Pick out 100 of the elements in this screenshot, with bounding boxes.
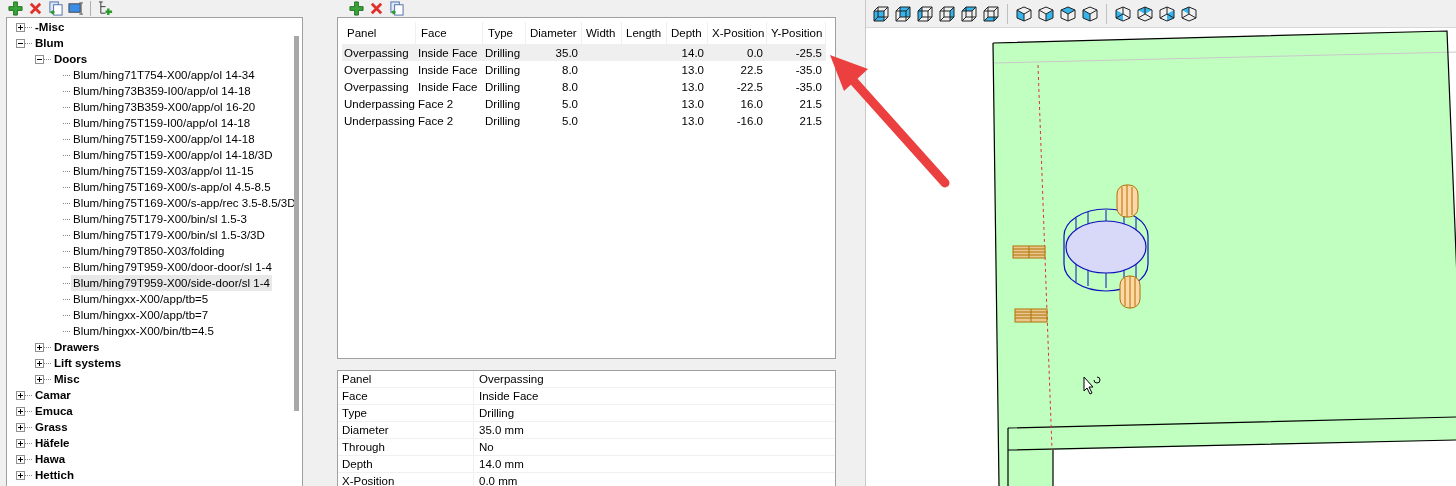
cube-icon[interactable] <box>961 5 977 22</box>
table-cell: Inside Face <box>418 63 478 76</box>
tree-add-icon[interactable] <box>98 1 113 16</box>
table-cell: 13.0 <box>681 97 704 110</box>
table-cell: 13.0 <box>681 114 704 127</box>
tree-item[interactable]: Blum/hing79T959-X00/side-door/sl 1-4 <box>71 275 272 291</box>
tree-item[interactable]: Blum/hing75T159-I00/app/ol 14-18 <box>71 115 253 131</box>
property-value[interactable]: 35.0 mm <box>474 422 524 438</box>
delete-icon[interactable] <box>28 1 43 16</box>
tree-item[interactable]: Blum/hing79T850-X03/folding <box>71 243 227 259</box>
cube-icon[interactable] <box>1137 5 1153 22</box>
tree-item[interactable]: Häfele <box>33 435 72 451</box>
table-cell: -25.5 <box>795 46 822 59</box>
expand-toggle[interactable] <box>16 406 25 416</box>
tree-item[interactable]: Drawers <box>52 339 102 355</box>
table-cell: 5.0 <box>562 114 578 127</box>
cube-icon[interactable] <box>983 5 999 22</box>
copy-icon[interactable] <box>48 1 63 16</box>
cube-icon[interactable] <box>939 5 955 22</box>
tree-item[interactable]: Blum/hing75T159-X00/app/ol 14-18 <box>71 131 257 147</box>
property-value[interactable]: Inside Face <box>474 388 539 404</box>
tree-item[interactable]: Hettich <box>33 467 76 483</box>
tree-item[interactable]: Blum <box>33 35 66 51</box>
table-cell: Drilling <box>485 97 521 110</box>
tree-item[interactable]: Misc <box>52 371 82 387</box>
expand-toggle[interactable] <box>16 390 25 400</box>
tree-item[interactable]: Hawa <box>33 451 68 467</box>
property-value[interactable]: 0.0 mm <box>474 473 518 486</box>
table-cell: -35.0 <box>795 80 822 93</box>
table-cell: 13.0 <box>681 80 704 93</box>
cube-icon[interactable] <box>917 5 933 22</box>
table-cell: Inside Face <box>418 46 478 59</box>
table-cell: -22.5 <box>736 80 763 93</box>
table-row[interactable]: Overpassing Inside Face Drilling 8.0 13.0 -22.5 -35.0 <box>342 78 826 95</box>
cube-icon[interactable] <box>873 5 889 22</box>
tree-item[interactable]: Blum/hing75T169-X00/s-app/ol 4.5-8.5 <box>71 179 273 195</box>
tree-item[interactable]: Emuca <box>33 403 75 419</box>
tree-item[interactable]: Blum/hing73B359-X00/app/ol 16-20 <box>71 99 258 115</box>
tree-item[interactable]: Blum/hingxx-X00/app/tb=7 <box>71 307 211 323</box>
tree-item[interactable]: Doors <box>52 51 90 67</box>
tree-item[interactable]: Blum/hingxx-X00/app/tb=5 <box>71 291 211 307</box>
property-value[interactable]: 14.0 mm <box>474 456 524 472</box>
expand-toggle[interactable] <box>16 470 25 480</box>
property-value[interactable]: Overpassing <box>474 371 544 387</box>
cube-icon[interactable] <box>1038 5 1054 22</box>
table-row[interactable]: Overpassing Inside Face Drilling 35.0 14.0 0.0 -25.5 <box>342 44 826 61</box>
cube-icon[interactable] <box>895 5 911 22</box>
table-row[interactable]: Underpassing Face 2 Drilling 5.0 13.0 -16.0 21.5 <box>342 112 826 129</box>
scrollbar[interactable] <box>294 36 299 411</box>
expand-toggle[interactable] <box>16 454 25 464</box>
tree-item[interactable]: Blum/hing75T159-X03/app/ol 11-15 <box>71 163 256 179</box>
tree-item[interactable]: Camar <box>33 387 73 403</box>
expand-toggle[interactable] <box>16 422 25 432</box>
table-cell: 21.5 <box>799 97 822 110</box>
expand-toggle[interactable] <box>35 358 44 368</box>
tree-item[interactable]: Blum/hing75T169-X00/s-app/rec 3.5-8.5/3D <box>71 195 298 211</box>
table-row[interactable]: Overpassing Inside Face Drilling 8.0 13.0 22.5 -35.0 <box>342 61 826 78</box>
table-cell: 21.5 <box>799 114 822 127</box>
tree-item[interactable]: Blum/hing71T754-X00/app/ol 14-34 <box>71 67 257 83</box>
property-value[interactable]: No <box>474 439 494 455</box>
property-value[interactable]: Drilling <box>474 405 515 421</box>
tree-item[interactable]: Blum/hing75T179-X00/bin/sl 1.5-3/3D <box>71 227 267 243</box>
tree-item[interactable]: Blum/hing73B359-I00/app/ol 14-18 <box>71 83 253 99</box>
tree-item[interactable]: -Misc <box>33 19 67 35</box>
copy-icon[interactable] <box>389 1 404 16</box>
table-cell: Drilling <box>485 46 521 59</box>
add-icon[interactable] <box>349 1 364 16</box>
table-cell: 5.0 <box>562 97 578 110</box>
add-icon[interactable] <box>8 1 23 16</box>
cube-icon[interactable] <box>1060 5 1076 22</box>
expand-toggle[interactable] <box>16 38 25 48</box>
table-cell: 0.0 <box>747 46 763 59</box>
table-cell: 35.0 <box>555 46 578 59</box>
cube-icon[interactable] <box>1115 5 1131 22</box>
table-cell: 8.0 <box>562 63 578 76</box>
pin-drawing <box>1014 308 1048 323</box>
monitor-icon[interactable] <box>68 1 83 16</box>
property-name: Diameter <box>338 422 474 438</box>
cursor-icon <box>1083 376 1101 395</box>
expand-toggle[interactable] <box>35 342 44 352</box>
expand-toggle[interactable] <box>35 54 44 64</box>
table-cell: Face 2 <box>418 114 454 127</box>
tree-item[interactable]: Blum/hing75T179-X00/bin/sl 1.5-3 <box>71 211 249 227</box>
tree-item[interactable]: Blum/hingxx-X00/bin/tb=4.5 <box>71 323 216 339</box>
tree-item[interactable]: Grass <box>33 419 70 435</box>
cube-icon[interactable] <box>1016 5 1032 22</box>
delete-icon[interactable] <box>369 1 384 16</box>
table-cell: Underpassing <box>344 97 415 110</box>
cube-icon[interactable] <box>1159 5 1175 22</box>
tree-item[interactable]: Lift systems <box>52 355 124 371</box>
cube-icon[interactable] <box>1082 5 1098 22</box>
pin-drawing <box>1012 245 1046 259</box>
expand-toggle[interactable] <box>16 22 25 32</box>
table-row[interactable]: Underpassing Face 2 Drilling 5.0 13.0 16.0 21.5 <box>342 95 826 112</box>
tree-item[interactable]: Blum/hing75T159-X00/app/ol 14-18/3D <box>71 147 275 163</box>
expand-toggle[interactable] <box>16 438 25 448</box>
property-name: Type <box>338 405 474 421</box>
tree-item[interactable]: Blum/hing79T959-X00/door-door/sl 1-4 <box>71 259 274 275</box>
expand-toggle[interactable] <box>35 374 44 384</box>
cube-icon[interactable] <box>1181 5 1197 22</box>
